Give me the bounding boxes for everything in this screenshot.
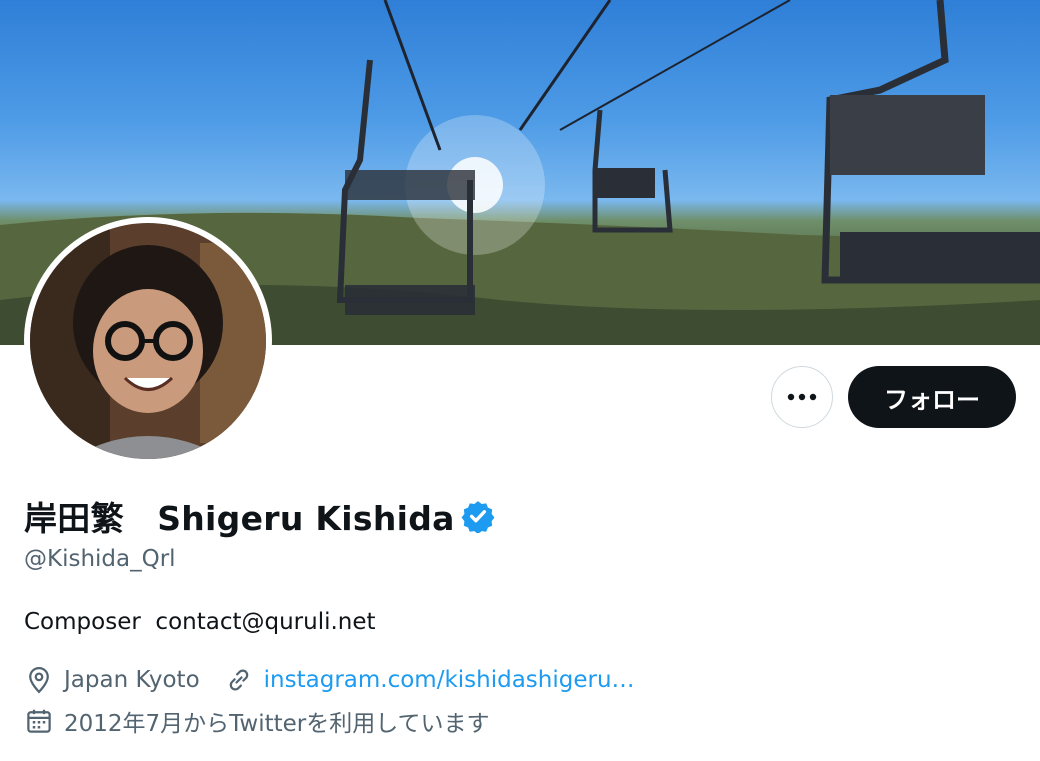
- link-icon: [229, 669, 248, 691]
- verified-badge-icon[interactable]: [461, 499, 495, 533]
- profile-joined-date: 2012年7月からTwitterを利用しています: [64, 711, 490, 737]
- display-name: 岸田繁 Shigeru Kishida: [24, 499, 455, 538]
- calendar-icon: [27, 709, 51, 733]
- profile-location: Japan Kyoto: [64, 667, 200, 693]
- profile-bio: Composer contact@quruli.net: [24, 609, 376, 635]
- profile-meta-row: Japan Kyoto instagram.com/kishidashigeru…: [24, 665, 635, 695]
- profile-website-link[interactable]: instagram.com/kishidashigeru…: [264, 667, 635, 693]
- more-horizontal-icon: [787, 393, 817, 401]
- more-options-button[interactable]: [771, 366, 833, 428]
- follow-button[interactable]: フォロー: [848, 366, 1016, 428]
- avatar-image: [30, 223, 266, 459]
- profile-name-row: 岸田繁 Shigeru Kishida: [24, 494, 495, 538]
- location-pin-icon: [29, 666, 49, 694]
- profile-avatar[interactable]: [24, 217, 272, 465]
- profile-handle: @Kishida_Qrl: [24, 546, 176, 572]
- profile-joined-row: 2012年7月からTwitterを利用しています: [24, 704, 490, 738]
